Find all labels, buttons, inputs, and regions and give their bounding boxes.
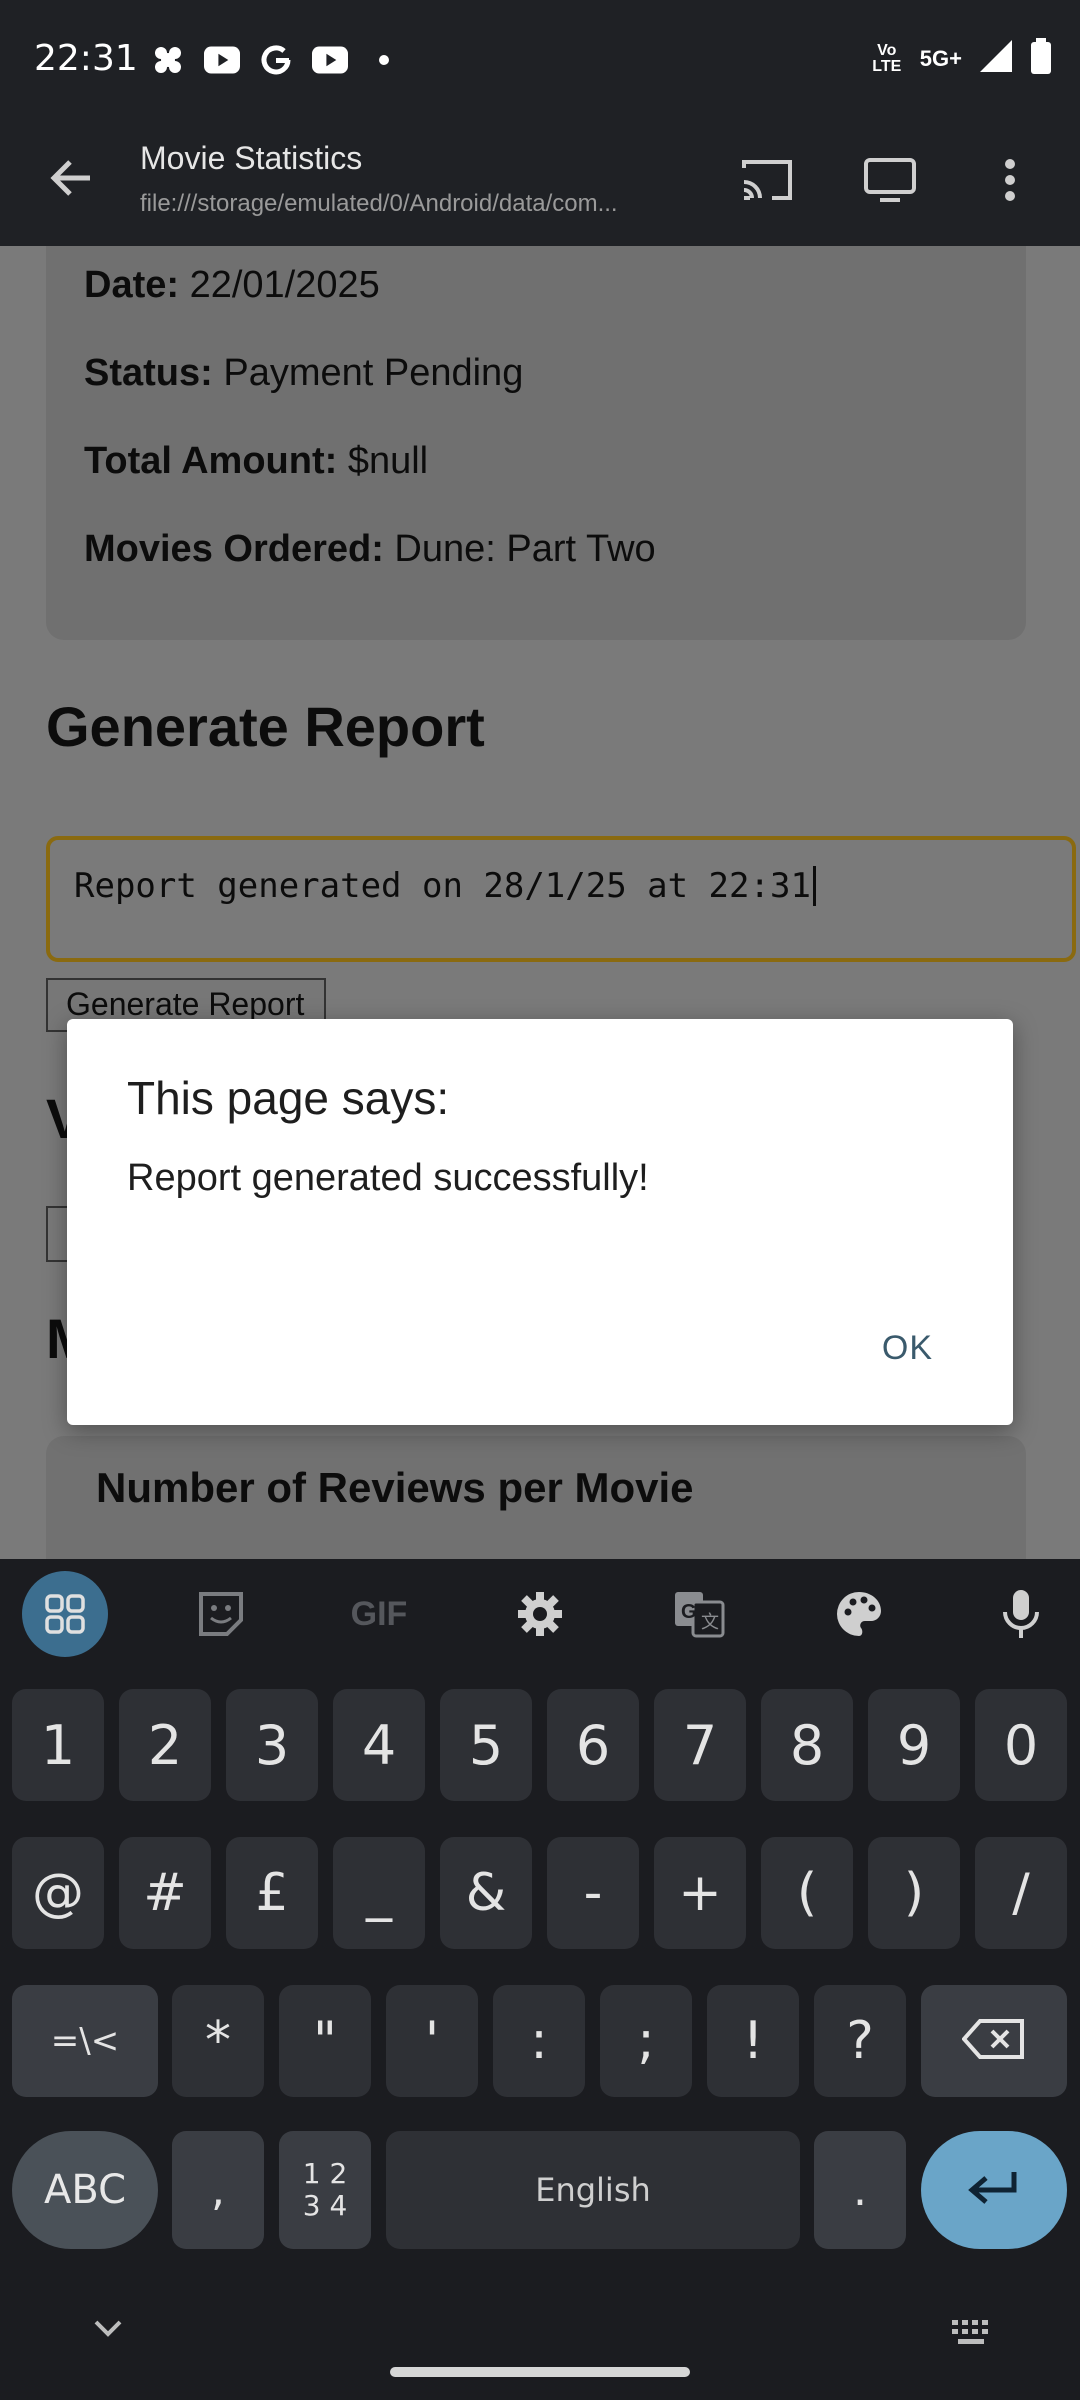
key-4[interactable]: 4 <box>333 1689 425 1801</box>
key-at[interactable]: @ <box>12 1837 104 1949</box>
key-1[interactable]: 1 <box>12 1689 104 1801</box>
keyboard-hide-chevron-icon[interactable] <box>92 2318 124 2345</box>
reviews-chart-card: Number of Reviews per Movie <box>46 1436 1026 1559</box>
page-title: Movie Statistics <box>140 140 363 176</box>
key-period[interactable]: . <box>814 2131 906 2249</box>
key-asterisk[interactable]: * <box>172 1985 264 2097</box>
palette-icon[interactable] <box>826 1581 892 1647</box>
dot-icon <box>366 42 402 78</box>
key-comma[interactable]: , <box>172 2131 264 2249</box>
backspace-key[interactable] <box>921 1985 1067 2097</box>
svg-text:G: G <box>681 1601 697 1623</box>
network-type: 5G+ <box>919 45 962 71</box>
gesture-nav-bar[interactable] <box>390 2367 690 2377</box>
key-6[interactable]: 6 <box>547 1689 639 1801</box>
enter-icon <box>966 2168 1022 2212</box>
key-open-paren[interactable]: ( <box>761 1837 853 1949</box>
report-input-value: Report generated on 28/1/25 at 22:31 <box>74 866 811 906</box>
gif-icon[interactable]: GIF <box>346 1581 412 1647</box>
order-movies: Movies Ordered: Dune: Part Two <box>84 528 656 571</box>
sticker-icon[interactable] <box>188 1581 254 1647</box>
key-semicolon[interactable]: ; <box>600 1985 692 2097</box>
date-value: 22/01/2025 <box>179 264 380 306</box>
space-label: English <box>535 2171 651 2209</box>
svg-text:文: 文 <box>701 1612 719 1633</box>
google-icon <box>258 42 294 78</box>
alert-dialog: This page says: Report generated success… <box>67 1019 1013 1425</box>
key-double-quote[interactable]: " <box>279 1985 371 2097</box>
settings-icon[interactable] <box>507 1581 573 1647</box>
mic-icon[interactable] <box>988 1581 1054 1647</box>
dialog-ok-button[interactable]: OK <box>882 1329 933 1368</box>
translate-icon[interactable]: G文 <box>666 1581 732 1647</box>
keyboard-switch-icon[interactable] <box>950 2318 994 2353</box>
order-total: Total Amount: $null <box>84 440 428 483</box>
key-pound[interactable]: £ <box>226 1837 318 1949</box>
total-label: Total Amount: <box>84 440 338 482</box>
key-minus[interactable]: - <box>547 1837 639 1949</box>
key-5[interactable]: 5 <box>440 1689 532 1801</box>
apps-grid-icon[interactable] <box>22 1571 108 1657</box>
volte-indicator: Vo LTE <box>872 41 902 75</box>
date-label: Date: <box>84 264 180 306</box>
space-key[interactable]: English <box>386 2131 800 2249</box>
key-colon[interactable]: : <box>493 1985 585 2097</box>
key-0[interactable]: 0 <box>975 1689 1067 1801</box>
movies-value: Dune: Part Two <box>383 528 656 570</box>
key-ampersand[interactable]: & <box>440 1837 532 1949</box>
notification-icons <box>150 42 402 78</box>
dialog-title: This page says: <box>127 1072 450 1124</box>
total-value: $null <box>337 440 429 482</box>
key-8[interactable]: 8 <box>761 1689 853 1801</box>
signal-icon <box>978 38 1014 79</box>
soft-keyboard: GIF G文 1 2 3 4 5 6 7 8 9 0 @ # £ _ & - +… <box>0 1559 1080 2400</box>
status-label: Status: <box>84 352 213 394</box>
status-bar: 22:31 Vo LTE 5G+ <box>0 0 1080 124</box>
battery-icon <box>1030 38 1052 79</box>
dialog-message: Report generated successfully! <box>127 1157 649 1199</box>
backspace-icon <box>961 2017 1026 2065</box>
desktop-icon[interactable] <box>860 150 920 210</box>
status-value: Payment Pending <box>212 352 524 394</box>
key-close-paren[interactable]: ) <box>868 1837 960 1949</box>
key-more-symbols[interactable]: =\< <box>12 1985 158 2097</box>
key-underscore[interactable]: _ <box>333 1837 425 1949</box>
pinwheel-icon <box>150 42 186 78</box>
back-arrow-icon[interactable] <box>46 152 98 204</box>
key-hash[interactable]: # <box>119 1837 211 1949</box>
youtube-icon <box>204 42 240 78</box>
key-7[interactable]: 7 <box>654 1689 746 1801</box>
reviews-chart-title: Number of Reviews per Movie <box>96 1464 694 1511</box>
more-vert-icon[interactable] <box>980 150 1040 210</box>
key-plus[interactable]: + <box>654 1837 746 1949</box>
cast-icon[interactable] <box>738 150 798 210</box>
generate-report-heading: Generate Report <box>46 695 485 758</box>
order-card: Date: 22/01/2025 Status: Payment Pending… <box>46 246 1026 640</box>
youtube-icon <box>312 42 348 78</box>
keyboard-toolbar: GIF G文 <box>0 1559 1080 1669</box>
key-9[interactable]: 9 <box>868 1689 960 1801</box>
order-status: Status: Payment Pending <box>84 352 523 395</box>
report-input[interactable]: Report generated on 28/1/25 at 22:31 <box>46 836 1076 962</box>
enter-key[interactable] <box>921 2131 1067 2249</box>
system-icons: Vo LTE 5G+ <box>870 38 1052 79</box>
key-question[interactable]: ? <box>814 1985 906 2097</box>
key-exclamation[interactable]: ! <box>707 1985 799 2097</box>
numpad-key[interactable]: 1 2 3 4 <box>279 2131 371 2249</box>
browser-app-bar: Movie Statistics file:///storage/emulate… <box>0 124 1080 246</box>
movies-label: Movies Ordered: <box>84 528 384 570</box>
key-slash[interactable]: / <box>975 1837 1067 1949</box>
key-2[interactable]: 2 <box>119 1689 211 1801</box>
status-time: 22:31 <box>34 38 138 79</box>
abc-key[interactable]: ABC <box>12 2131 158 2249</box>
key-3[interactable]: 3 <box>226 1689 318 1801</box>
key-single-quote[interactable]: ' <box>386 1985 478 2097</box>
page-url[interactable]: file:///storage/emulated/0/Android/data/… <box>140 190 670 218</box>
order-date: Date: 22/01/2025 <box>84 264 380 307</box>
